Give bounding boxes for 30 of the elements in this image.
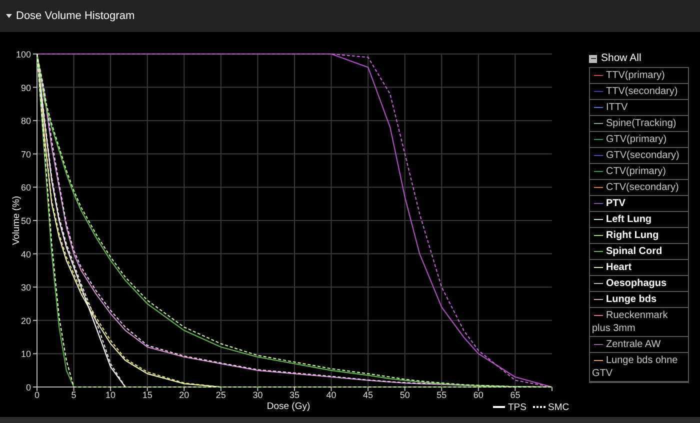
axis-tick-label: 10 <box>106 390 116 400</box>
x-axis-title: Dose (Gy) <box>266 401 310 412</box>
axis-tick-label: 60 <box>20 182 31 193</box>
axis-tick-label: 50 <box>400 390 410 400</box>
axis-tick-label: 10 <box>20 349 31 360</box>
axis-tick-label: 0 <box>34 390 40 400</box>
axis-tick-label: 90 <box>20 82 31 93</box>
axis-tick-label: 35 <box>289 390 300 400</box>
y-axis-title: Volume (%) <box>11 196 22 246</box>
axis-tick-label: 60 <box>473 390 484 400</box>
axis-tick-label: 50 <box>20 216 31 226</box>
axis-tick-label: 25 <box>216 390 226 400</box>
axis-tick-label: 30 <box>20 282 31 293</box>
line-style-label: TPS <box>508 402 526 413</box>
axis-tick-label: 80 <box>20 116 31 126</box>
axis-tick-label: 5 <box>71 390 76 400</box>
axis-tick-label: 55 <box>436 390 447 400</box>
line-style-label: SMC <box>548 402 570 413</box>
axis-tick-label: 40 <box>20 249 31 260</box>
axis-tick-label: 20 <box>20 316 31 326</box>
panel-title: Dose Volume Histogram <box>16 8 135 24</box>
axis-tick-label: 20 <box>179 390 190 400</box>
axis-tick-label: 40 <box>326 390 336 400</box>
axis-tick-label: 100 <box>16 50 31 60</box>
axis-tick-label: 30 <box>252 390 263 400</box>
axis-tick-label: 65 <box>510 390 520 400</box>
axis-tick-label: 70 <box>20 149 31 160</box>
axis-tick-label: 45 <box>363 390 374 400</box>
axis-tick-label: 15 <box>142 390 152 400</box>
axis-tick-label: 0 <box>26 382 31 392</box>
